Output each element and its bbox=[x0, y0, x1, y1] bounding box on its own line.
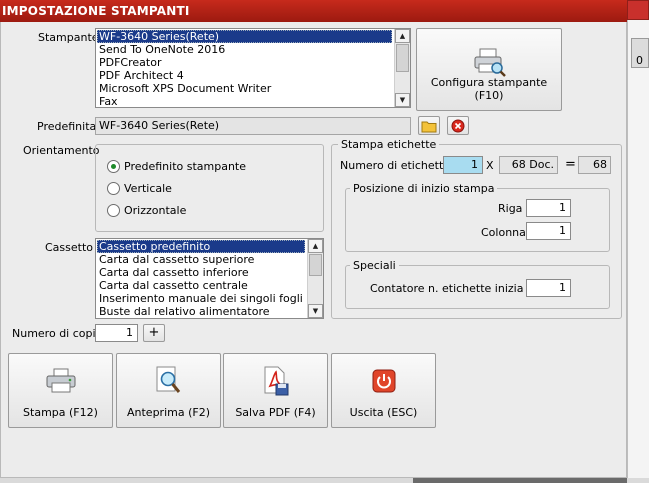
printer-list-item[interactable]: Microsoft XPS Document Writer bbox=[97, 82, 392, 95]
radio-orizzontale[interactable]: Orizzontale bbox=[107, 203, 307, 219]
print-button-label: Stampa (F12) bbox=[23, 406, 98, 419]
row-label: Riga bbox=[498, 202, 523, 215]
exit-button-label: Uscita (ESC) bbox=[349, 406, 418, 419]
printer-list-item[interactable]: WF-3640 Series(Rete) bbox=[97, 30, 392, 43]
pdf-save-icon bbox=[262, 366, 290, 396]
tray-list: Cassetto predefinito Carta dal cassetto s… bbox=[97, 240, 305, 318]
clear-default-button[interactable] bbox=[447, 116, 469, 135]
folder-icon bbox=[421, 121, 437, 133]
labels-count-label: Numero di etichette bbox=[340, 159, 451, 172]
radio-verticale[interactable]: Verticale bbox=[107, 181, 307, 197]
configure-printer-label: Configura stampante (F10) bbox=[430, 76, 548, 102]
print-button[interactable]: Stampa (F12) bbox=[8, 353, 113, 428]
start-position-title: Posizione di inizio stampa bbox=[350, 182, 498, 195]
background-window-strip bbox=[627, 0, 649, 483]
default-printer-field: WF-3640 Series(Rete) bbox=[95, 117, 411, 135]
copies-plus-button[interactable]: + bbox=[143, 324, 165, 342]
tray-list-item[interactable]: Carta dal cassetto inferiore bbox=[97, 266, 305, 279]
counter-start-input[interactable]: 1 bbox=[526, 279, 571, 297]
column-input[interactable]: 1 bbox=[526, 222, 571, 240]
special-title: Speciali bbox=[350, 259, 399, 272]
printer-list-item[interactable]: Send To OneNote 2016 bbox=[97, 43, 392, 56]
tray-scrollbar[interactable]: ▲ ▼ bbox=[307, 239, 323, 318]
save-pdf-button[interactable]: Salva PDF (F4) bbox=[223, 353, 328, 428]
copies-label: Numero di copie bbox=[12, 327, 103, 340]
radio-icon[interactable] bbox=[107, 204, 120, 217]
printer-search-icon bbox=[473, 47, 507, 77]
copies-input[interactable]: 1 bbox=[95, 324, 138, 342]
labels-count-input[interactable]: 1 bbox=[443, 156, 483, 174]
bottom-strip-segment bbox=[413, 478, 627, 483]
doc-count-field: 68 Doc. bbox=[499, 156, 558, 174]
radio-label: Verticale bbox=[124, 182, 172, 195]
radio-icon[interactable] bbox=[107, 182, 120, 195]
scroll-up-icon[interactable]: ▲ bbox=[395, 29, 410, 43]
radio-icon[interactable] bbox=[107, 160, 120, 173]
background-strip-text: 0 bbox=[636, 54, 643, 67]
scroll-thumb[interactable] bbox=[396, 44, 409, 72]
window-title: IMPOSTAZIONE STAMPANTI bbox=[0, 0, 627, 22]
radio-label: Predefinito stampante bbox=[124, 160, 247, 173]
radio-selected-dot bbox=[111, 164, 116, 169]
tray-list-item[interactable]: Cassetto predefinito bbox=[97, 240, 305, 253]
column-label: Colonna bbox=[481, 226, 526, 239]
printer-list: WF-3640 Series(Rete) Send To OneNote 2016… bbox=[97, 30, 392, 107]
printer-listbox[interactable]: WF-3640 Series(Rete) Send To OneNote 2016… bbox=[95, 28, 411, 108]
exit-button[interactable]: Uscita (ESC) bbox=[331, 353, 436, 428]
total-labels-field: 68 bbox=[578, 156, 611, 174]
predefinita-label: Predefinita bbox=[37, 120, 97, 133]
scroll-down-icon[interactable]: ▼ bbox=[308, 304, 323, 318]
start-position-group bbox=[345, 188, 610, 252]
scroll-up-icon[interactable]: ▲ bbox=[308, 239, 323, 253]
save-pdf-button-label: Salva PDF (F4) bbox=[235, 406, 316, 419]
printer-scrollbar[interactable]: ▲ ▼ bbox=[394, 29, 410, 107]
radio-label: Orizzontale bbox=[124, 204, 187, 217]
tray-list-item[interactable]: Buste dal relativo alimentatore bbox=[97, 305, 305, 318]
cassetto-label: Cassetto bbox=[45, 241, 94, 254]
power-icon bbox=[372, 369, 396, 393]
configure-printer-button[interactable]: Configura stampante (F10) bbox=[416, 28, 562, 111]
multiply-sign: X bbox=[486, 159, 494, 172]
labels-group-title: Stampa etichette bbox=[338, 138, 440, 151]
scroll-down-icon[interactable]: ▼ bbox=[395, 93, 410, 107]
printer-list-item[interactable]: Fax bbox=[97, 95, 392, 107]
preview-button[interactable]: Anteprima (F2) bbox=[116, 353, 221, 428]
radio-predefinito[interactable]: Predefinito stampante bbox=[107, 159, 307, 175]
printer-list-item[interactable]: PDF Architect 4 bbox=[97, 69, 392, 82]
folder-button[interactable] bbox=[418, 116, 440, 135]
scroll-thumb[interactable] bbox=[309, 254, 322, 276]
row-input[interactable]: 1 bbox=[526, 199, 571, 217]
printer-icon bbox=[46, 368, 76, 394]
tray-list-item[interactable]: Carta dal cassetto centrale bbox=[97, 279, 305, 292]
orientamento-label: Orientamento bbox=[23, 144, 100, 157]
counter-start-label: Contatore n. etichette inizia da bbox=[370, 282, 541, 295]
clear-icon bbox=[451, 119, 465, 133]
equals-sign: = bbox=[565, 157, 576, 172]
printer-list-item[interactable]: PDFCreator bbox=[97, 56, 392, 69]
tray-list-item[interactable]: Inserimento manuale dei singoli fogli bbox=[97, 292, 305, 305]
stampante-label: Stampante bbox=[38, 31, 99, 44]
tray-list-item[interactable]: Carta dal cassetto superiore bbox=[97, 253, 305, 266]
tray-listbox[interactable]: Cassetto predefinito Carta dal cassetto s… bbox=[95, 238, 324, 319]
close-button[interactable] bbox=[627, 0, 649, 20]
magnifier-icon bbox=[155, 366, 183, 396]
preview-button-label: Anteprima (F2) bbox=[127, 406, 210, 419]
